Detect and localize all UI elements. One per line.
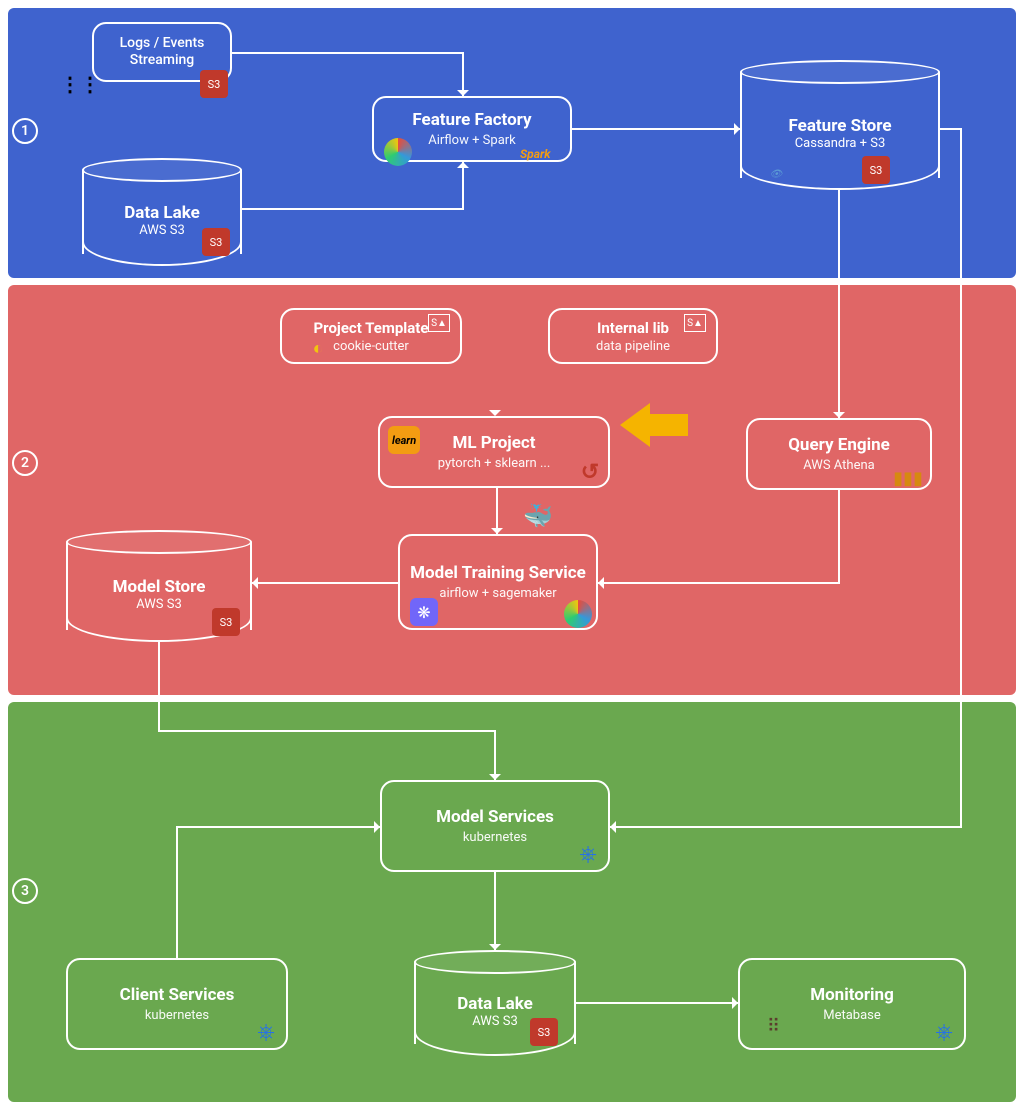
arrow-ms-to-msvc [494,730,496,780]
internal-lib-title: Internal lib [597,319,669,337]
node-logs-events-title: Logs / Events Streaming [104,35,220,69]
arrow-cs-to-msvc [176,826,380,828]
internal-lib-sub: data pipeline [596,339,670,354]
tag-icon-2: S▲ [684,314,706,332]
model-services-title: Model Services [436,807,554,827]
project-template-sub: cookie-cutter [333,339,409,354]
section-3-badge: 3 [12,878,38,904]
model-store-title: Model Store [113,577,206,597]
client-services-sub: kubernetes [145,1008,209,1023]
feature-factory-sub: Airflow + Spark [428,133,516,148]
metabase-icon: ⠿ [760,1012,788,1040]
feature-factory-title: Feature Factory [412,110,531,130]
aws-icon: S3 [200,70,228,98]
arrow-fs-to-msvc [610,826,962,828]
sagemaker-icon: ❋ [410,598,438,626]
ml-project-sub: pytorch + sklearn ... [438,456,551,471]
section-2-badge: 2 [12,450,38,476]
data-lake-2-title: Data Lake [457,994,533,1014]
client-services-title: Client Services [120,985,235,1005]
model-training-sub: airflow + sagemaker [439,586,556,601]
architecture-diagram: 1 2 3 Logs / Events Streaming ⋮⋮ S3 Data… [0,0,1024,1113]
s3-icon: S3 [202,228,230,256]
arrow-dl-to-ff [242,208,464,210]
section-1-badge: 1 [12,118,38,144]
spark-icon: Spark [520,140,550,168]
model-services-sub: kubernetes [463,830,527,845]
kubernetes-icon-2: ⎈ [252,1018,280,1046]
s3-icon-ms: S3 [212,608,240,636]
ml-project-title: ML Project [452,433,535,453]
data-lake-1-sub: AWS S3 [139,223,185,238]
feature-store-title: Feature Store [788,116,891,136]
data-lake-1-title: Data Lake [124,203,200,223]
model-training-title: Model Training Service [410,563,586,583]
data-lake-2-sub: AWS S3 [472,1014,518,1029]
arrow-logs-to-ff [232,52,464,54]
kubernetes-icon-3: ⎈ [930,1018,958,1046]
monitoring-title: Monitoring [810,985,894,1005]
arrow-fs-to-qe [838,190,840,418]
tag-icon: S▲ [428,314,450,332]
athena-icon: ▮▮▮ [894,464,922,492]
kafka-icon: ⋮⋮ [66,70,94,98]
arrow-qe-to-mt [598,582,840,584]
sklearn-icon: learn [388,426,420,454]
arrow-ff-to-fs [572,128,740,130]
highlight-arrow-icon [620,400,690,450]
cookie-cutter-icon: ◐ [304,334,332,362]
arrow-dl2-to-mon [576,1002,738,1004]
project-template-title: Project Template [314,319,429,337]
docker-icon: 🐳 [524,502,552,530]
s3-icon-fs: S3 [862,156,890,184]
pytorch-icon: ↺ [576,458,604,486]
airflow-icon-2 [564,600,592,628]
query-engine-sub: AWS Athena [803,458,874,473]
query-engine-title: Query Engine [788,435,890,455]
model-store-sub: AWS S3 [136,597,182,612]
cassandra-icon: 👁 [756,160,796,188]
arrow-msvc-to-dl2 [494,872,496,950]
s3-icon-dl2: S3 [530,1018,558,1046]
monitoring-sub: Metabase [823,1008,881,1023]
arrow-mt-to-ms [252,582,398,584]
feature-store-sub: Cassandra + S3 [795,136,886,151]
airflow-icon [384,138,412,166]
kubernetes-icon: ⎈ [574,840,602,868]
